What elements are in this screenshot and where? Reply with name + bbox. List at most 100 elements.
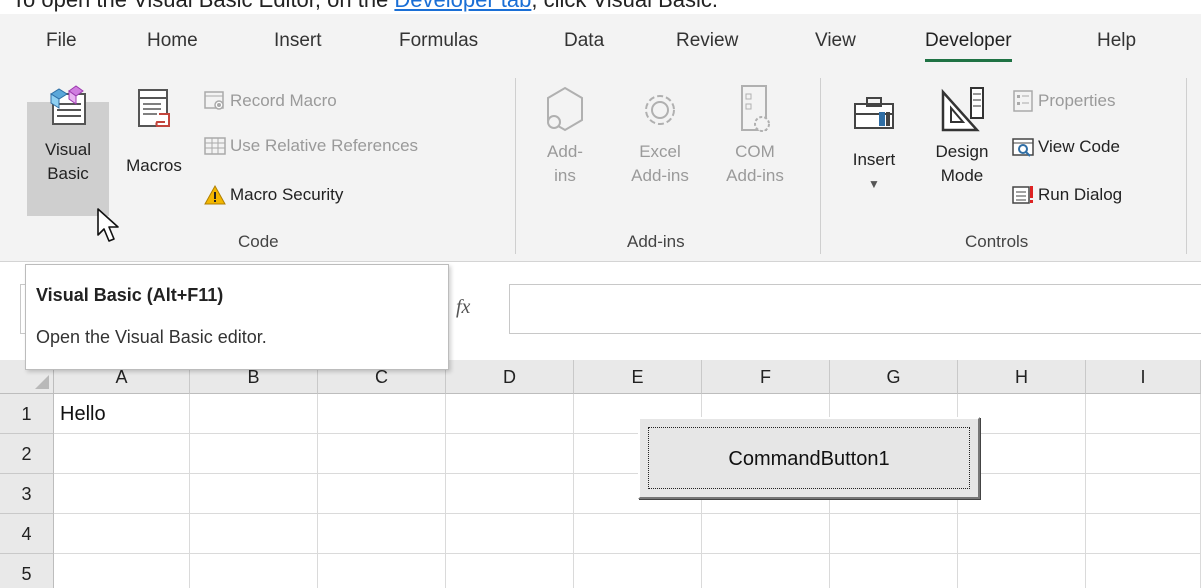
caption-text-end: , click Visual Basic.	[531, 0, 718, 12]
formula-input[interactable]	[509, 284, 1201, 334]
table-cell[interactable]	[958, 514, 1086, 554]
table-cell[interactable]	[318, 394, 446, 434]
run-dialog-button[interactable]: Run Dialog	[1012, 182, 1122, 208]
table-cell[interactable]	[318, 514, 446, 554]
table-cell[interactable]	[54, 514, 190, 554]
use-relative-references-label: Use Relative References	[230, 136, 419, 155]
table-cell[interactable]	[190, 434, 318, 474]
excel-addins-button[interactable]: Excel Add-ins	[617, 80, 703, 188]
table-cell[interactable]	[574, 514, 702, 554]
tooltip-description: Open the Visual Basic editor.	[36, 327, 267, 347]
table-cell[interactable]	[702, 554, 830, 588]
tab-file[interactable]: File	[46, 28, 77, 54]
excel-window: { "caption": { "prefix": "To open the Vi…	[0, 0, 1201, 588]
design-mode-label-2: Mode	[940, 166, 984, 185]
tab-review[interactable]: Review	[676, 28, 738, 54]
record-macro-label: Record Macro	[230, 91, 337, 110]
com-addins-button[interactable]: COM Add-ins	[712, 80, 798, 188]
command-button[interactable]: CommandButton1	[638, 417, 980, 499]
mouse-cursor-icon	[97, 208, 119, 242]
column-header[interactable]: D	[446, 360, 574, 394]
table-cell[interactable]	[190, 394, 318, 434]
table-cell[interactable]	[318, 554, 446, 588]
table-cell[interactable]	[54, 434, 190, 474]
row-header[interactable]: 5	[0, 554, 54, 588]
table-cell[interactable]	[1086, 474, 1201, 514]
command-button-label: CommandButton1	[648, 427, 970, 489]
table-cell[interactable]	[54, 474, 190, 514]
table-cell[interactable]	[190, 554, 318, 588]
visual-basic-icon	[50, 85, 86, 125]
group-separator	[515, 78, 516, 254]
com-addins-icon	[741, 85, 770, 132]
table-cell[interactable]	[1086, 554, 1201, 588]
com-addins-label-1: COM	[735, 142, 775, 161]
column-header[interactable]: E	[574, 360, 702, 394]
table-cell[interactable]	[54, 554, 190, 588]
view-code-icon	[1012, 138, 1034, 157]
column-header[interactable]: I	[1086, 360, 1201, 394]
table-cell[interactable]	[1086, 434, 1201, 474]
tab-developer[interactable]: Developer	[925, 28, 1012, 62]
insert-control-label: Insert	[852, 150, 896, 169]
view-code-label: View Code	[1038, 137, 1120, 156]
addins-button[interactable]: Add- ins	[540, 80, 590, 188]
tab-developer-label: Developer	[925, 30, 1012, 51]
macro-security-button[interactable]: Macro Security	[204, 182, 343, 208]
record-macro-icon	[204, 91, 224, 110]
addins-icon	[547, 86, 583, 132]
tab-insert[interactable]: Insert	[274, 28, 322, 54]
table-cell[interactable]	[190, 514, 318, 554]
table-cell[interactable]	[1086, 514, 1201, 554]
table-cell[interactable]	[702, 514, 830, 554]
macros-button[interactable]: Macros	[114, 84, 194, 178]
macros-label: Macros	[126, 156, 182, 175]
tab-formulas[interactable]: Formulas	[399, 28, 478, 54]
row-header[interactable]: 2	[0, 434, 54, 474]
visual-basic-button[interactable]: Visual Basic	[27, 84, 109, 186]
table-cell[interactable]	[574, 554, 702, 588]
column-header[interactable]: G	[830, 360, 958, 394]
insert-function-icon[interactable]: fx	[456, 296, 470, 319]
caption-text: To open the Visual Basic Editor, on the	[12, 0, 394, 12]
table-cell[interactable]	[1086, 394, 1201, 434]
chevron-down-icon: ▼	[868, 177, 880, 191]
table-cell[interactable]	[446, 394, 574, 434]
table-cell[interactable]	[830, 554, 958, 588]
tab-help[interactable]: Help	[1097, 28, 1136, 54]
row-header[interactable]: 4	[0, 514, 54, 554]
tab-home[interactable]: Home	[147, 28, 198, 54]
design-mode-button[interactable]: Design Mode	[924, 84, 1000, 188]
table-cell[interactable]	[446, 554, 574, 588]
excel-addins-label-2: Add-ins	[631, 166, 689, 185]
tab-data[interactable]: Data	[564, 28, 604, 54]
use-relative-references-button[interactable]: Use Relative References	[204, 133, 418, 159]
view-code-button[interactable]: View Code	[1012, 134, 1120, 160]
table-cell[interactable]	[446, 434, 574, 474]
addins-label-1: Add-	[547, 142, 583, 161]
properties-label: Properties	[1038, 91, 1116, 110]
design-mode-icon	[941, 87, 984, 132]
table-cell[interactable]	[190, 474, 318, 514]
properties-button[interactable]: Properties	[1012, 88, 1115, 114]
cell-a1[interactable]: Hello	[54, 394, 190, 434]
table-cell[interactable]	[446, 474, 574, 514]
table-cell[interactable]	[318, 434, 446, 474]
group-separator	[1186, 78, 1187, 254]
visual-basic-tooltip: Visual Basic (Alt+F11) Open the Visual B…	[25, 264, 449, 370]
insert-control-button[interactable]: Insert ▼	[842, 88, 906, 196]
table-cell[interactable]	[958, 554, 1086, 588]
group-separator	[820, 78, 821, 254]
column-header[interactable]: H	[958, 360, 1086, 394]
table-cell[interactable]	[446, 514, 574, 554]
tab-view[interactable]: View	[815, 28, 856, 54]
table-cell[interactable]	[318, 474, 446, 514]
developer-tab-link[interactable]: Developer tab	[394, 0, 531, 12]
properties-icon	[1013, 90, 1033, 112]
addins-label-2: ins	[554, 166, 576, 185]
table-cell[interactable]	[830, 514, 958, 554]
record-macro-button[interactable]: Record Macro	[204, 88, 337, 114]
row-header[interactable]: 1	[0, 394, 54, 434]
column-header[interactable]: F	[702, 360, 830, 394]
row-header[interactable]: 3	[0, 474, 54, 514]
